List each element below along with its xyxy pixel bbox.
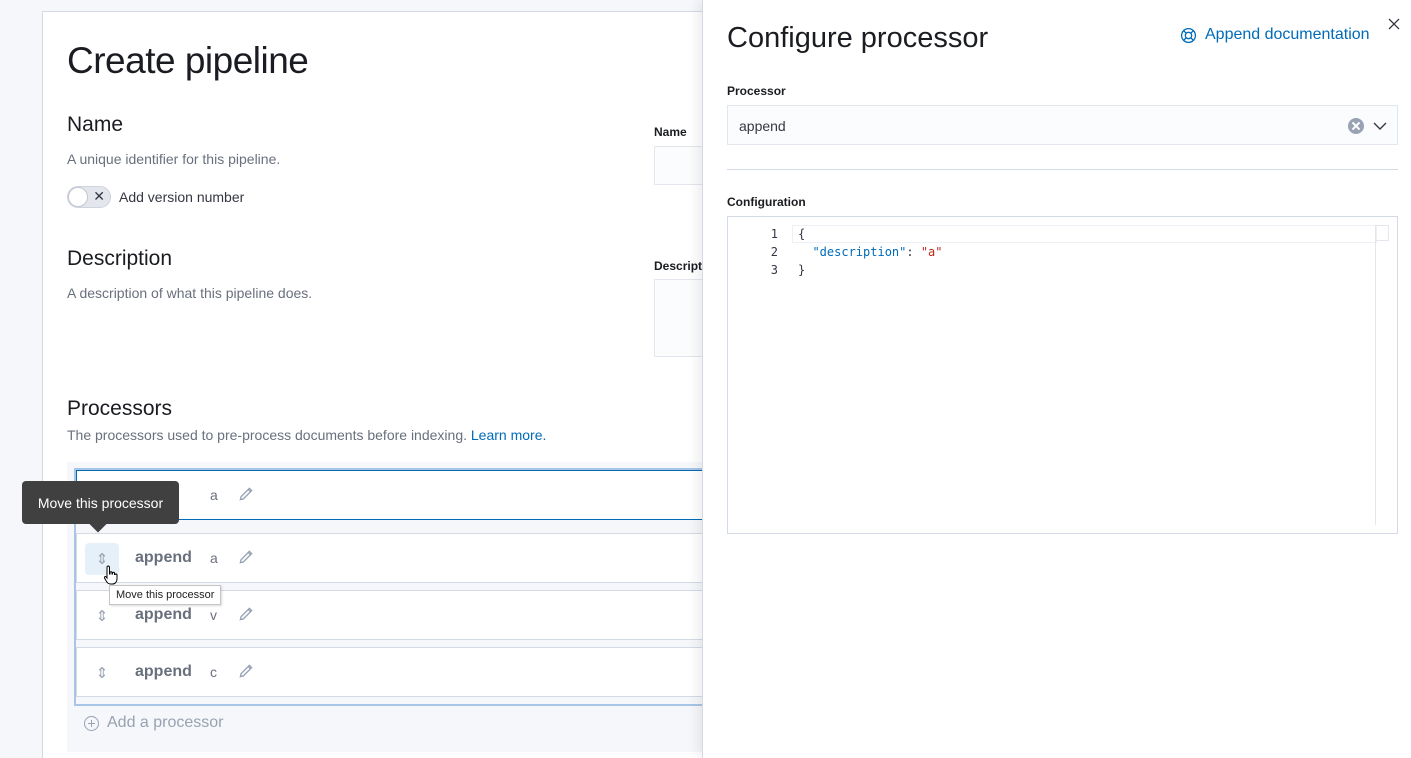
json-string-value: "a" [920,245,943,259]
native-tooltip: Move this processor [109,585,222,605]
editor-scrollbar-top [1375,225,1389,241]
processor-description: a [210,487,218,503]
learn-more-link[interactable]: Learn more. [471,427,546,443]
processor-row[interactable]: ⇕ append c [76,647,724,697]
processor-select-value: append [739,118,786,134]
chevron-down-icon[interactable] [1372,118,1388,134]
lifebuoy-icon [1180,27,1197,43]
processors-section-description: The processors used to pre-process docum… [67,427,546,443]
edit-pencil-icon[interactable] [237,485,255,503]
plus-circle-icon [84,715,99,731]
code-line: { [798,227,806,241]
processor-type: append [135,663,192,680]
processor-select[interactable]: append [727,105,1398,145]
processor-row[interactable]: ⇕ append a [76,533,724,583]
processor-field-label: Processor [727,84,786,98]
configuration-label: Configuration [727,195,806,209]
processors-description-text: The processors used to pre-process docum… [67,427,467,443]
line-number-gutter: 1 2 3 [728,225,778,279]
name-field-label: Name [654,125,687,139]
edit-pencil-icon[interactable] [237,662,255,680]
hand-pointer-cursor-icon [103,565,118,585]
configure-processor-flyout: Configure processor Append documentation… [702,0,1411,758]
add-processor-button[interactable]: Add a processor [84,714,224,732]
description-section-description: A description of what this pipeline does… [67,285,313,301]
json-colon: : [906,245,921,259]
processor-description: a [210,550,218,566]
processor-type: append [135,606,192,623]
create-pipeline-page: Create pipeline Name A unique identifier… [42,11,742,758]
doc-link-label: Append documentation [1205,26,1370,43]
json-key: "description" [812,245,907,259]
append-documentation-link[interactable]: Append documentation [1180,26,1370,44]
version-toggle-label: Add version number [119,189,245,205]
processors-section-title: Processors [67,397,173,420]
editor-scrollbar[interactable] [1375,225,1389,525]
processor-type: append [135,549,192,566]
code-line: "description": "a" [798,243,943,261]
name-section-title: Name [67,113,124,136]
line-number: 1 [770,227,778,241]
toggle-off-icon: ✕ [93,188,105,204]
move-processor-tooltip: Move this processor [22,481,179,533]
description-section-title: Description [67,247,173,270]
close-icon[interactable] [1386,16,1402,32]
configuration-code-editor[interactable]: 1 2 3 { "description": "a" } [727,216,1398,534]
code-line: } [798,263,806,277]
line-number: 2 [770,245,778,259]
processor-description: c [210,664,217,680]
description-field-label: Descript [654,259,703,273]
processor-description: v [210,607,217,623]
drag-handle-icon[interactable]: ⇕ [85,657,119,689]
edit-pencil-icon[interactable] [237,548,255,566]
clear-icon[interactable] [1348,118,1364,134]
toggle-knob [68,187,88,207]
page-title: Create pipeline [67,40,309,81]
code-content[interactable]: { "description": "a" } [798,225,943,279]
version-toggle[interactable]: ✕ [67,186,111,208]
flyout-title: Configure processor [727,22,989,54]
divider [727,169,1398,170]
add-processor-label: Add a processor [107,714,224,731]
name-section-description: A unique identifier for this pipeline. [67,151,281,167]
edit-pencil-icon[interactable] [237,605,255,623]
tooltip-text: Move this processor [37,494,164,511]
line-number: 3 [770,263,778,277]
